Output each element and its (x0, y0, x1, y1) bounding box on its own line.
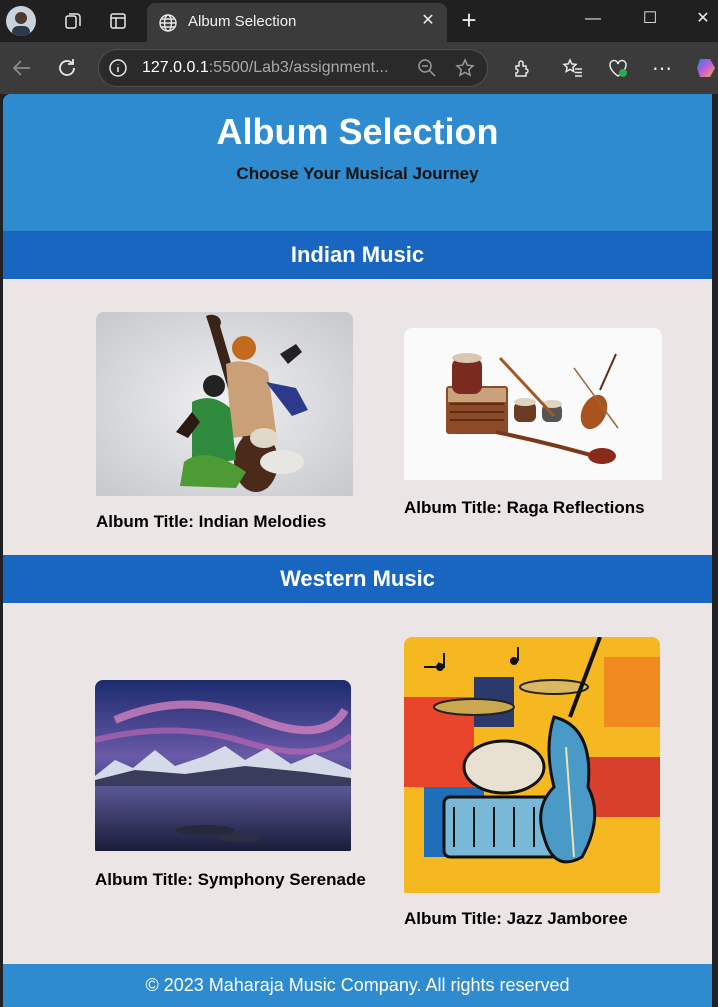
favorite-star-icon[interactable] (455, 58, 475, 78)
close-tab-icon[interactable]: ✕ (417, 10, 439, 32)
page-subtitle: Choose Your Musical Journey (236, 164, 479, 183)
maximize-button[interactable]: ☐ (630, 4, 670, 34)
album-cover-indian-melodies[interactable] (96, 312, 353, 501)
page-viewport: Album Selection Choose Your Musical Jour… (3, 94, 712, 1007)
extensions-icon[interactable] (508, 54, 536, 82)
section-heading-western-music: Western Music (3, 555, 712, 603)
zoom-icon[interactable] (417, 58, 437, 78)
tab-title: Album Selection (188, 13, 297, 30)
more-menu-icon[interactable]: ⋯ (648, 54, 676, 82)
album-title-symphony-serenade: Album Title: Symphony Serenade (95, 870, 366, 889)
new-tab-button[interactable]: + (455, 6, 483, 34)
url-text: 127.0.0.1:5500/Lab3/assignment... (142, 59, 389, 76)
album-cover-raga-reflections[interactable] (404, 328, 662, 485)
globe-icon (157, 12, 179, 34)
copilot-icon[interactable] (694, 54, 718, 82)
workspaces-icon[interactable] (60, 8, 86, 34)
browser-essentials-icon[interactable] (604, 54, 632, 82)
active-tab[interactable]: Album Selection ✕ (147, 3, 447, 42)
album-card-indian-melodies[interactable]: Album Title: Indian Melodies (96, 312, 353, 531)
album-card-symphony-serenade[interactable]: Album Title: Symphony Serenade (95, 680, 366, 889)
close-window-button[interactable]: ✕ (683, 4, 718, 34)
back-arrow-icon[interactable] (8, 54, 36, 82)
album-card-raga-reflections[interactable]: Album Title: Raga Reflections (404, 328, 662, 517)
browser-tab-bar: Album Selection ✕ + — ☐ ✕ (0, 0, 718, 42)
site-info-icon[interactable] (108, 58, 128, 78)
album-cover-jazz-jamboree[interactable] (404, 637, 660, 898)
minimize-button[interactable]: — (573, 4, 613, 34)
browser-toolbar: 127.0.0.1:5500/Lab3/assignment... ⋯ (0, 42, 718, 94)
album-title-raga-reflections: Album Title: Raga Reflections (404, 498, 645, 517)
page-footer: © 2023 Maharaja Music Company. All right… (3, 964, 712, 1007)
section-heading-indian-music: Indian Music (3, 231, 712, 279)
page-header: Album Selection Choose Your Musical Jour… (3, 94, 712, 231)
profile-avatar[interactable] (6, 6, 36, 36)
album-title-indian-melodies: Album Title: Indian Melodies (96, 512, 327, 531)
album-card-jazz-jamboree[interactable]: Album Title: Jazz Jamboree (404, 637, 660, 928)
favorites-icon[interactable] (559, 54, 587, 82)
refresh-icon[interactable] (53, 54, 81, 82)
window-edge (712, 94, 718, 1007)
album-cover-symphony-serenade[interactable] (95, 680, 351, 856)
page-title: Album Selection (216, 111, 499, 152)
album-title-jazz-jamboree: Album Title: Jazz Jamboree (404, 909, 628, 928)
vertical-tabs-icon[interactable] (105, 8, 131, 34)
address-bar[interactable]: 127.0.0.1:5500/Lab3/assignment... (98, 49, 488, 87)
